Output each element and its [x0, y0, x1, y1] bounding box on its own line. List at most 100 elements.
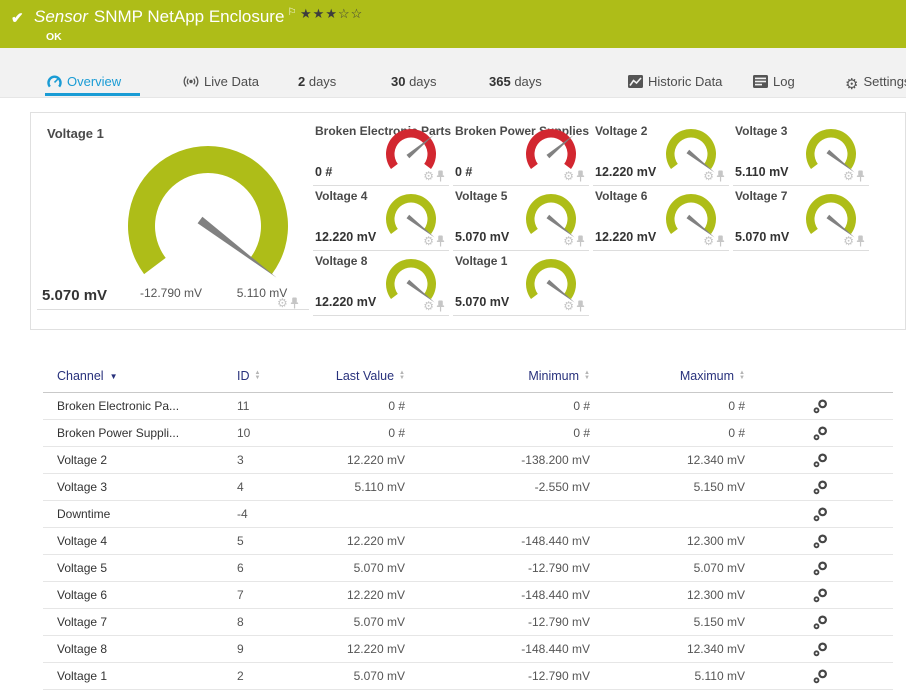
- channel-name[interactable]: Voltage 2: [57, 447, 107, 474]
- primary-gauge-dial[interactable]: [108, 131, 308, 291]
- pin-icon[interactable]: [716, 234, 725, 251]
- channel-row-voltage-6[interactable]: Voltage 6 7 12.220 mV -148.440 mV 12.300 mV: [43, 582, 893, 609]
- star-filled-icon[interactable]: ★: [300, 6, 313, 21]
- pin-icon[interactable]: [856, 169, 865, 186]
- last-value: 5.070 mV: [353, 615, 405, 629]
- gear-icon[interactable]: ⚙: [703, 169, 714, 183]
- tab-30-days[interactable]: 30 days: [391, 74, 437, 98]
- gauge-cell-voltage-4[interactable]: Voltage 4 12.220 mV ⚙: [313, 186, 449, 251]
- gear-icon[interactable]: ⚙: [563, 234, 574, 248]
- gauge-actions: ⚙: [563, 169, 585, 187]
- maximum-value: 12.300 mV: [686, 534, 745, 548]
- channel-settings-icon[interactable]: [805, 399, 835, 417]
- channel-name[interactable]: Voltage 6: [57, 582, 107, 609]
- channel-row-voltage-7[interactable]: Voltage 7 8 5.070 mV -12.790 mV 5.150 mV: [43, 609, 893, 636]
- gauge-cell-broken-power-supplies[interactable]: Broken Power Supplies 0 # ⚙: [453, 121, 589, 186]
- channel-name[interactable]: Voltage 1: [57, 663, 107, 690]
- tab-historic-data[interactable]: Historic Data: [628, 74, 722, 98]
- pin-icon[interactable]: [436, 299, 445, 316]
- channel-settings-icon[interactable]: [805, 453, 835, 471]
- channel-settings-icon[interactable]: [805, 642, 835, 660]
- channel-name[interactable]: Broken Power Suppli...: [57, 420, 179, 447]
- channel-row-voltage-4[interactable]: Voltage 4 5 12.220 mV -148.440 mV 12.300 mV: [43, 528, 893, 555]
- channel-settings-icon[interactable]: [805, 615, 835, 633]
- channel-settings-icon[interactable]: [805, 561, 835, 579]
- minimum-value: -148.440 mV: [521, 642, 590, 656]
- channel-row-voltage-1[interactable]: Voltage 1 2 5.070 mV -12.790 mV 5.110 mV: [43, 663, 893, 690]
- tab-2-days[interactable]: 2 days: [298, 74, 336, 98]
- channel-settings-icon[interactable]: [805, 507, 835, 525]
- gauge-value: 12.220 mV: [595, 165, 657, 179]
- channel-name[interactable]: Voltage 4: [57, 528, 107, 555]
- gear-icon[interactable]: ⚙: [423, 169, 434, 183]
- pin-icon[interactable]: [856, 234, 865, 251]
- column-header-max[interactable]: Maximum ▲ ▼: [603, 360, 745, 393]
- channel-name[interactable]: Downtime: [57, 501, 110, 528]
- channel-row-broken-power-suppli-[interactable]: Broken Power Suppli... 10 0 #0 #0 #: [43, 420, 893, 447]
- gauge-cell-voltage-7[interactable]: Voltage 7 5.070 mV ⚙: [733, 186, 869, 251]
- channel-settings-icon[interactable]: [805, 669, 835, 687]
- gear-icon[interactable]: ⚙: [563, 169, 574, 183]
- channel-settings-icon[interactable]: [805, 480, 835, 498]
- column-header-channel[interactable]: Channel ▼: [57, 360, 118, 393]
- gauge-cell-voltage-8[interactable]: Voltage 8 12.220 mV ⚙: [313, 251, 449, 316]
- star-empty-icon[interactable]: ☆: [338, 6, 351, 21]
- ok-check-icon: ✔: [11, 10, 24, 27]
- column-header-min[interactable]: Minimum ▲ ▼: [448, 360, 590, 393]
- gear-icon[interactable]: ⚙: [703, 234, 714, 248]
- channel-row-voltage-5[interactable]: Voltage 5 6 5.070 mV -12.790 mV 5.070 mV: [43, 555, 893, 582]
- channel-settings-icon[interactable]: [805, 426, 835, 444]
- gauge-cell-voltage-3[interactable]: Voltage 3 5.110 mV ⚙: [733, 121, 869, 186]
- channel-row-downtime[interactable]: Downtime -4: [43, 501, 893, 528]
- pin-icon[interactable]: [576, 234, 585, 251]
- star-filled-icon[interactable]: ★: [325, 6, 338, 21]
- tab-365-days[interactable]: 365 days: [489, 74, 542, 98]
- gauge-cell-voltage-5[interactable]: Voltage 5 5.070 mV ⚙: [453, 186, 589, 251]
- channel-row-broken-electronic-pa-[interactable]: Broken Electronic Pa... 11 0 #0 #0 #: [43, 393, 893, 420]
- gauge-cell-voltage-2[interactable]: Voltage 2 12.220 mV ⚙: [593, 121, 729, 186]
- channel-settings-icon[interactable]: [805, 588, 835, 606]
- channel-row-voltage-8[interactable]: Voltage 8 9 12.220 mV -148.440 mV 12.340 mV: [43, 636, 893, 663]
- gear-icon[interactable]: ⚙: [843, 169, 854, 183]
- pin-icon[interactable]: [576, 299, 585, 316]
- minimum-value: 0 #: [573, 399, 590, 413]
- active-tab-indicator: [45, 93, 140, 96]
- channel-row-voltage-2[interactable]: Voltage 2 3 12.220 mV -138.200 mV 12.340 mV: [43, 447, 893, 474]
- gear-icon[interactable]: ⚙: [423, 234, 434, 248]
- channel-name[interactable]: Voltage 5: [57, 555, 107, 582]
- gauge-cell-broken-electronic-parts[interactable]: Broken Electronic Parts 0 # ⚙: [313, 121, 451, 186]
- channel-row-voltage-3[interactable]: Voltage 3 4 5.110 mV -2.550 mV 5.150 mV: [43, 474, 893, 501]
- gear-icon[interactable]: ⚙: [423, 299, 434, 313]
- gauge-actions: ⚙: [423, 299, 445, 317]
- priority-stars[interactable]: ★★★☆☆: [300, 6, 363, 22]
- pin-icon[interactable]: [290, 296, 299, 313]
- gear-icon[interactable]: ⚙: [277, 296, 288, 310]
- pin-icon[interactable]: [576, 169, 585, 186]
- star-empty-icon[interactable]: ☆: [351, 6, 364, 21]
- gauge-actions: ⚙: [563, 299, 585, 317]
- pin-icon[interactable]: [716, 169, 725, 186]
- gauge-cell-voltage-1[interactable]: Voltage 1 5.070 mV ⚙: [453, 251, 589, 316]
- gauge-channel-name: Voltage 6: [595, 189, 648, 203]
- small-gauges-grid: Broken Electronic Parts 0 # ⚙ Broken Power …: [313, 121, 869, 316]
- tab-settings[interactable]: ⚙ Settings: [845, 74, 906, 98]
- star-filled-icon[interactable]: ★: [313, 6, 326, 21]
- channel-name[interactable]: Voltage 3: [57, 474, 107, 501]
- column-label: Minimum: [528, 369, 580, 383]
- channel-name[interactable]: Broken Electronic Pa...: [57, 393, 179, 420]
- channel-name[interactable]: Voltage 7: [57, 609, 107, 636]
- gauges-panel: Voltage 1 5.070 mV -12.790 mV 5.110 mV ⚙…: [30, 112, 906, 330]
- last-value: 5.070 mV: [353, 561, 405, 575]
- gear-icon[interactable]: ⚙: [843, 234, 854, 248]
- gauge-value: 0 #: [315, 165, 333, 179]
- pin-icon[interactable]: [436, 234, 445, 251]
- gear-icon[interactable]: ⚙: [563, 299, 574, 313]
- column-header-last[interactable]: Last Value ▲ ▼: [283, 360, 405, 393]
- pin-icon[interactable]: [436, 169, 445, 186]
- live-icon: [183, 75, 199, 91]
- gauge-cell-voltage-6[interactable]: Voltage 6 12.220 mV ⚙: [593, 186, 729, 251]
- channel-settings-icon[interactable]: [805, 534, 835, 552]
- tab-log[interactable]: Log: [753, 74, 795, 98]
- tab-live-data[interactable]: Live Data: [183, 74, 259, 98]
- channel-name[interactable]: Voltage 8: [57, 636, 107, 663]
